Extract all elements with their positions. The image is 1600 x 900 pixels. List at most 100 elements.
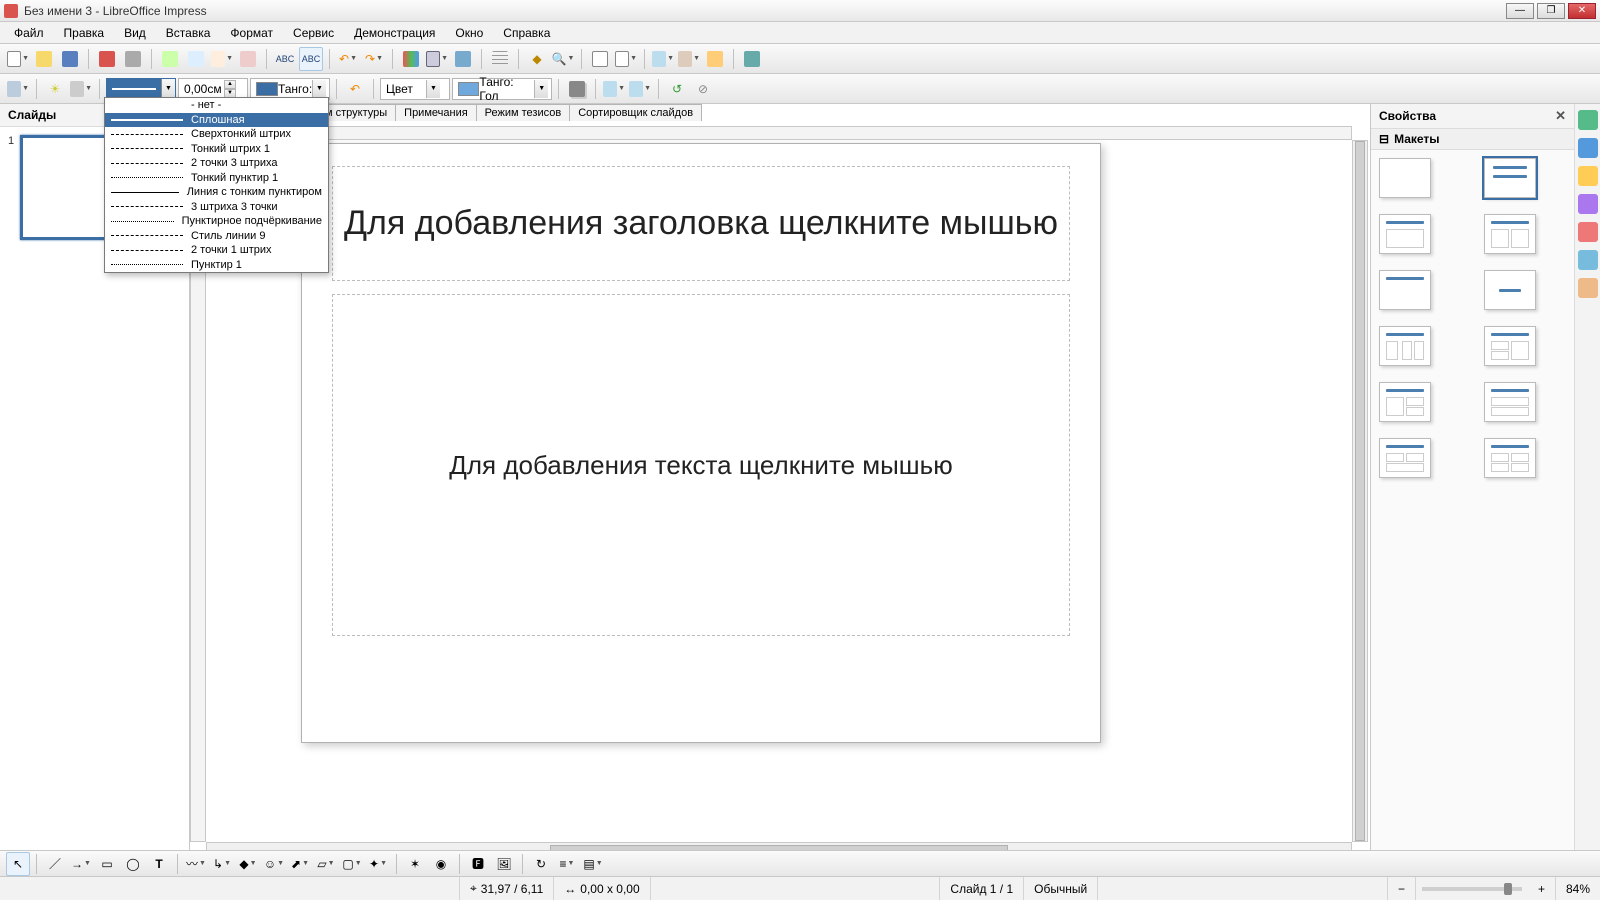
- fill-undo-icon[interactable]: ↶: [343, 77, 367, 101]
- autospell-button[interactable]: ABC: [299, 47, 323, 71]
- undo-button[interactable]: ↶▼: [336, 47, 360, 71]
- view-tab[interactable]: Сортировщик слайдов: [569, 104, 702, 121]
- layout-option[interactable]: [1484, 270, 1536, 310]
- start-slideshow-button[interactable]: [740, 47, 764, 71]
- line-style-option[interactable]: Пунктир 1: [105, 258, 328, 273]
- extrusion-button[interactable]: ⊘: [691, 77, 715, 101]
- save-button[interactable]: [58, 47, 82, 71]
- menu-format[interactable]: Формат: [222, 24, 281, 42]
- collapse-icon[interactable]: ⊟: [1379, 132, 1389, 146]
- line-style-option[interactable]: Линия с тонким пунктиром: [105, 185, 328, 200]
- view-tab[interactable]: Примечания: [395, 104, 477, 121]
- menu-window[interactable]: Окно: [447, 24, 491, 42]
- layout-option[interactable]: [1484, 214, 1536, 254]
- zoom-out-button[interactable]: −: [1388, 877, 1416, 900]
- zoom-button[interactable]: 🔍▼: [551, 47, 575, 71]
- zoom-value[interactable]: 84%: [1556, 877, 1600, 900]
- restore-button[interactable]: ❐: [1537, 3, 1565, 19]
- ellipse-tool[interactable]: ◯: [121, 852, 145, 876]
- slide-properties-button[interactable]: ▼: [677, 47, 701, 71]
- layout-option[interactable]: [1379, 158, 1431, 198]
- menu-edit[interactable]: Правка: [56, 24, 113, 42]
- rectangle-tool[interactable]: ▭: [95, 852, 119, 876]
- fill-type-combo[interactable]: Цвет ▼: [380, 78, 450, 100]
- line-style-option[interactable]: 2 точки 3 штриха: [105, 156, 328, 171]
- view-tab[interactable]: Режим тезисов: [476, 104, 571, 121]
- rotate-tool[interactable]: ↻: [529, 852, 553, 876]
- line-tool[interactable]: ／: [43, 852, 67, 876]
- line-style-option[interactable]: Тонкий пунктир 1: [105, 171, 328, 186]
- custom-animation-icon[interactable]: [1578, 166, 1598, 186]
- flowchart-tool[interactable]: ▱▼: [314, 852, 338, 876]
- select-tool[interactable]: ↖: [6, 852, 30, 876]
- menu-insert[interactable]: Вставка: [158, 24, 219, 42]
- symbol-shapes-tool[interactable]: ☺▼: [262, 852, 286, 876]
- cut-button[interactable]: [158, 47, 182, 71]
- text-tool[interactable]: T: [147, 852, 171, 876]
- fontwork-tool[interactable]: 🅵: [466, 852, 490, 876]
- layout-option[interactable]: [1379, 214, 1431, 254]
- stars-tool[interactable]: ✦▼: [366, 852, 390, 876]
- menu-tools[interactable]: Сервис: [285, 24, 342, 42]
- layout-option[interactable]: [1484, 438, 1536, 478]
- menu-help[interactable]: Справка: [495, 24, 558, 42]
- minimize-button[interactable]: —: [1506, 3, 1534, 19]
- navigator-icon[interactable]: [1578, 278, 1598, 298]
- line-style-option[interactable]: Сплошная: [105, 113, 328, 128]
- drop-shadow-button[interactable]: ☀: [43, 77, 67, 101]
- fill-color-combo[interactable]: Танго: Гол ▼: [452, 78, 552, 100]
- line-style-option[interactable]: Сверхтонкий штрих: [105, 127, 328, 142]
- vertical-scrollbar[interactable]: [1352, 140, 1368, 842]
- arrow-tool[interactable]: →▼: [69, 852, 93, 876]
- layout-option[interactable]: [1484, 158, 1536, 198]
- align-left-button[interactable]: ▼: [602, 77, 626, 101]
- line-style-option[interactable]: - нет -: [105, 98, 328, 113]
- hyperlink-button[interactable]: [451, 47, 475, 71]
- content-placeholder[interactable]: Для добавления текста щелкните мышью: [332, 294, 1070, 636]
- curve-tool[interactable]: 〰▼: [184, 852, 208, 876]
- line-style-dropdown[interactable]: - нет - Сплошная Сверхтонкий штрих Тонки…: [104, 97, 329, 273]
- align-tool[interactable]: ≡▼: [555, 852, 579, 876]
- layout-option[interactable]: [1379, 382, 1431, 422]
- crop-button[interactable]: ▼: [69, 77, 93, 101]
- slide-button[interactable]: [588, 47, 612, 71]
- layout-option[interactable]: [1379, 438, 1431, 478]
- shadow-button[interactable]: [565, 77, 589, 101]
- layout-option[interactable]: [1379, 270, 1431, 310]
- layout-option[interactable]: [1484, 326, 1536, 366]
- spellcheck-button[interactable]: ABC: [273, 47, 297, 71]
- menu-file[interactable]: Файл: [6, 24, 52, 42]
- connector-tool[interactable]: ↳▼: [210, 852, 234, 876]
- copy-button[interactable]: [184, 47, 208, 71]
- line-style-option[interactable]: Стиль линии 9: [105, 229, 328, 244]
- line-style-option[interactable]: Пунктирное подчёркивание: [105, 214, 328, 229]
- styles-icon[interactable]: [1578, 222, 1598, 242]
- layout-option[interactable]: [1379, 326, 1431, 366]
- points-button[interactable]: ↺: [665, 77, 689, 101]
- slide-transition-icon[interactable]: [1578, 194, 1598, 214]
- zoom-in-button[interactable]: +: [1528, 877, 1556, 900]
- glue-points-tool[interactable]: ◉: [429, 852, 453, 876]
- points-edit-tool[interactable]: ✶: [403, 852, 427, 876]
- chart-button[interactable]: [399, 47, 423, 71]
- line-style-option[interactable]: 3 штриха 3 точки: [105, 200, 328, 215]
- gallery-icon[interactable]: [1578, 250, 1598, 270]
- export-pdf-button[interactable]: [95, 47, 119, 71]
- slide-canvas[interactable]: Для добавления заголовка щелкните мышью …: [206, 140, 1352, 842]
- grid-button[interactable]: [488, 47, 512, 71]
- block-arrows-tool[interactable]: ⬈▼: [288, 852, 312, 876]
- properties-icon[interactable]: [1578, 110, 1598, 130]
- table-button[interactable]: ▼: [425, 47, 449, 71]
- zoom-slider[interactable]: [1422, 887, 1522, 891]
- line-style-option[interactable]: 2 точки 1 штрих: [105, 243, 328, 258]
- title-placeholder[interactable]: Для добавления заголовка щелкните мышью: [332, 166, 1070, 281]
- open-button[interactable]: [32, 47, 56, 71]
- callouts-tool[interactable]: ▢▼: [340, 852, 364, 876]
- master-pages-icon[interactable]: [1578, 138, 1598, 158]
- basic-shapes-tool[interactable]: ◆▼: [236, 852, 260, 876]
- close-icon[interactable]: ✕: [1555, 108, 1566, 124]
- slide-design-button[interactable]: ▼: [651, 47, 675, 71]
- navigator-button[interactable]: ◆: [525, 47, 549, 71]
- redo-button[interactable]: ↷▼: [362, 47, 386, 71]
- animation-button[interactable]: [703, 47, 727, 71]
